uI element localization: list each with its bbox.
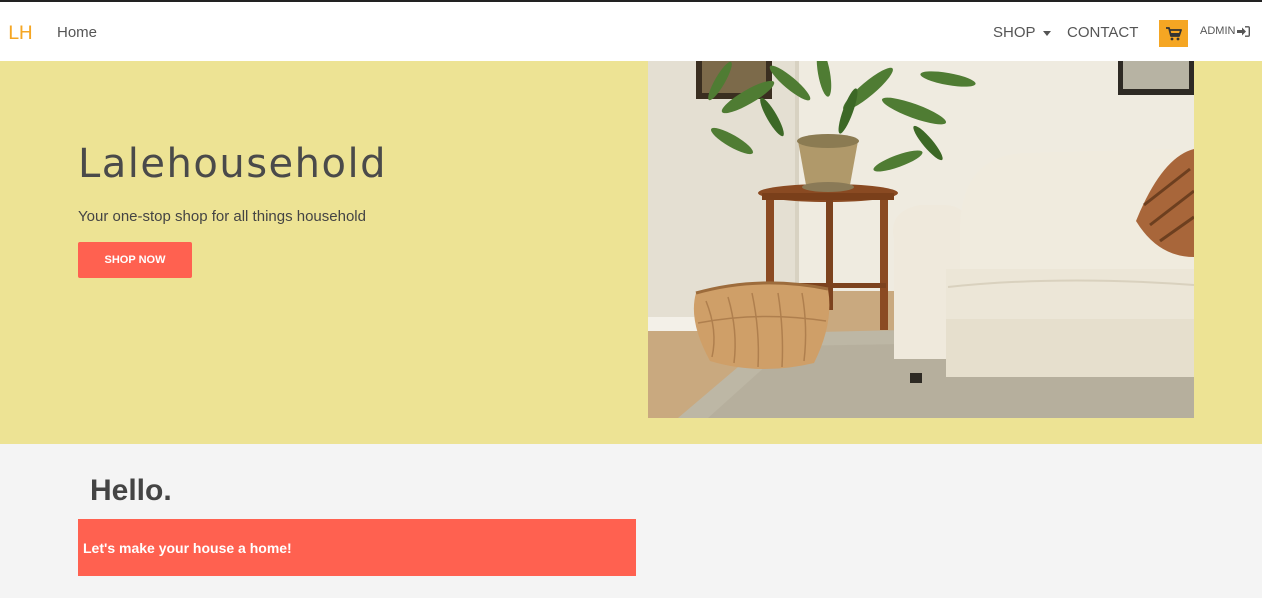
- nav-admin-label: ADMIN: [1200, 25, 1236, 37]
- nav-shop-dropdown[interactable]: SHOP: [993, 24, 1051, 41]
- hero-subtitle: Your one-stop shop for all things househ…: [78, 208, 366, 225]
- brand-logo[interactable]: LH: [8, 22, 33, 44]
- nav-admin-link[interactable]: ADMIN: [1200, 25, 1251, 37]
- cart-icon: [1165, 26, 1182, 40]
- top-navbar: LH Home SHOP CONTACT ADMIN: [0, 0, 1262, 61]
- shop-now-button[interactable]: SHOP NOW: [78, 242, 192, 278]
- welcome-heading: Hello.: [90, 474, 172, 507]
- hero-title: Lalehousehold: [78, 141, 387, 187]
- cart-button[interactable]: [1159, 20, 1188, 47]
- hero-image: [648, 61, 1194, 418]
- living-room-photo: [648, 61, 1194, 418]
- caret-down-icon: [1042, 31, 1051, 36]
- hero-section: Lalehousehold Your one-stop shop for all…: [0, 61, 1262, 444]
- nav-shop-label: SHOP: [993, 24, 1036, 41]
- nav-contact-link[interactable]: CONTACT: [1067, 24, 1138, 41]
- sign-in-icon: [1237, 25, 1251, 37]
- welcome-banner: Let's make your house a home!: [78, 519, 636, 576]
- nav-home-link[interactable]: Home: [57, 24, 97, 41]
- welcome-banner-text: Let's make your house a home!: [83, 540, 292, 556]
